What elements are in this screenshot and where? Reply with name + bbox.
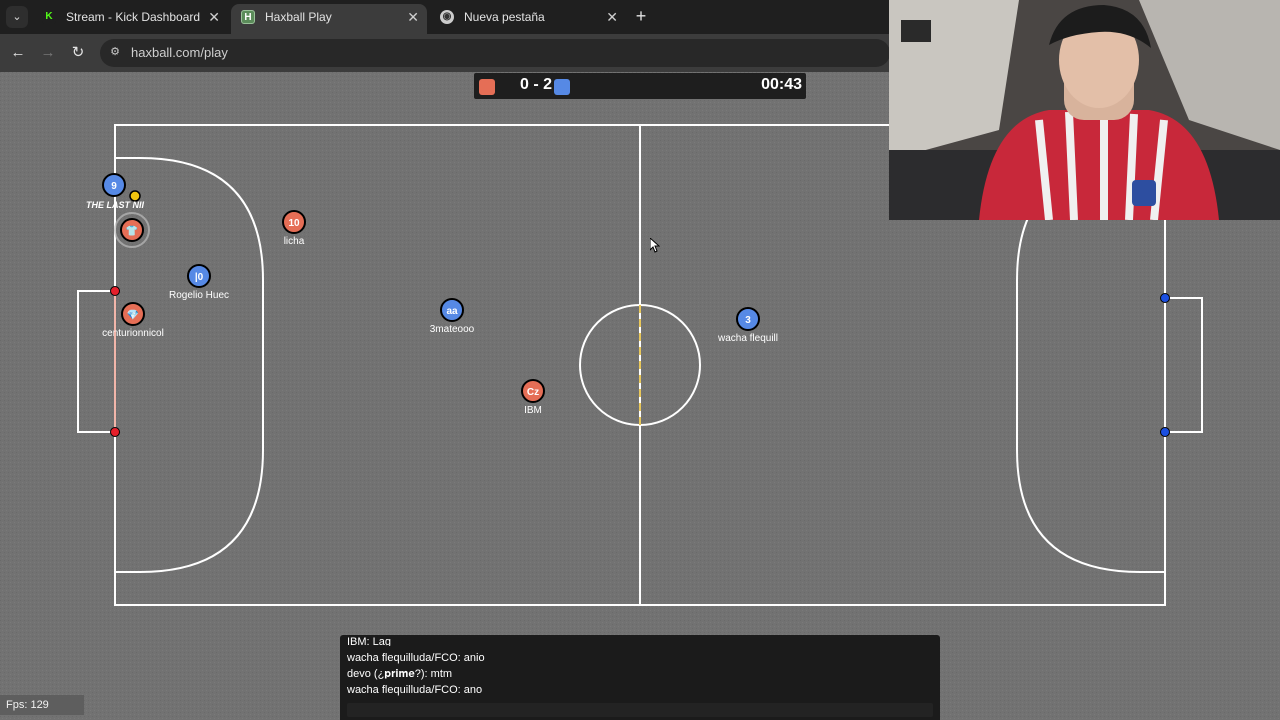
chat-message: wacha flequilluda/FCO: ano: [347, 684, 483, 696]
player: 10 licha: [282, 210, 306, 247]
tab-nueva-pestana[interactable]: ◉ Nueva pestaña ✕: [430, 4, 626, 34]
close-tab-icon[interactable]: ✕: [606, 4, 618, 30]
close-tab-icon[interactable]: ✕: [208, 4, 220, 30]
tab-search-icon[interactable]: ⌄: [6, 6, 28, 28]
player-number: 💎: [127, 309, 139, 321]
streamer-webcam-image: [889, 0, 1280, 220]
left-goalpost: [110, 286, 120, 296]
address-bar[interactable]: ⚙ haxball.com/play: [100, 39, 890, 67]
player-name: wacha flequill: [717, 333, 778, 344]
blue-team-marker: [554, 79, 570, 95]
player-name: centurionnicol: [102, 328, 164, 339]
chat-input[interactable]: [347, 703, 933, 717]
tab-kick-dashboard[interactable]: K Stream - Kick Dashboard ✕: [32, 4, 228, 34]
tab-title: Nueva pestaña: [464, 10, 545, 24]
player-number: 👕: [126, 225, 138, 237]
back-icon[interactable]: ←: [7, 42, 29, 64]
player-controlled: 👕: [114, 212, 150, 248]
player-name: Rogelio Huec: [169, 290, 229, 301]
player-number: aa: [446, 306, 458, 317]
player-name: IBM: [524, 405, 542, 416]
webcam-overlay: [889, 0, 1280, 220]
player-number: |0: [195, 272, 204, 283]
player-name: 3mateooo: [430, 324, 475, 335]
player-number: Cz: [527, 387, 539, 398]
site-settings-icon[interactable]: ⚙: [108, 45, 122, 59]
match-timer: 00:43: [761, 76, 802, 93]
url-text: haxball.com/play: [131, 45, 228, 60]
player-number: 3: [745, 315, 751, 326]
reload-icon[interactable]: ↻: [67, 42, 89, 64]
forward-icon[interactable]: →: [37, 42, 59, 64]
chat-panel: IBM: Lag wacha flequilluda/FCO: anio dev…: [340, 635, 940, 720]
player-number: 9: [111, 181, 117, 192]
player-number: 10: [288, 218, 300, 229]
player-name: THE LAST NII: [86, 200, 144, 210]
fps-counter: Fps: 129: [0, 695, 84, 715]
right-goalpost: [1160, 293, 1170, 303]
kick-icon: K: [42, 10, 56, 24]
chrome-icon: ◉: [440, 10, 454, 24]
tab-title: Haxball Play: [265, 10, 332, 24]
right-goalpost: [1160, 427, 1170, 437]
haxball-icon: H: [241, 10, 255, 24]
chat-message: wacha flequilluda/FCO: anio: [347, 652, 485, 664]
player: Cz IBM: [521, 379, 545, 416]
red-team-marker: [479, 79, 495, 95]
close-tab-icon[interactable]: ✕: [407, 4, 419, 30]
chat-message: devo (¿𝐩𝐫𝐢𝐦𝐞?): mtm: [347, 668, 453, 680]
left-goalpost: [110, 427, 120, 437]
mouse-cursor-icon: [650, 238, 660, 253]
tab-title: Stream - Kick Dashboard: [66, 10, 201, 24]
scoreboard: 0 - 2 00:43: [474, 73, 806, 99]
player-name: licha: [284, 236, 305, 247]
new-tab-icon[interactable]: +: [630, 5, 652, 27]
chat-message: IBM: Lag: [347, 636, 392, 646]
tab-haxball-play[interactable]: H Haxball Play ✕: [231, 4, 427, 34]
